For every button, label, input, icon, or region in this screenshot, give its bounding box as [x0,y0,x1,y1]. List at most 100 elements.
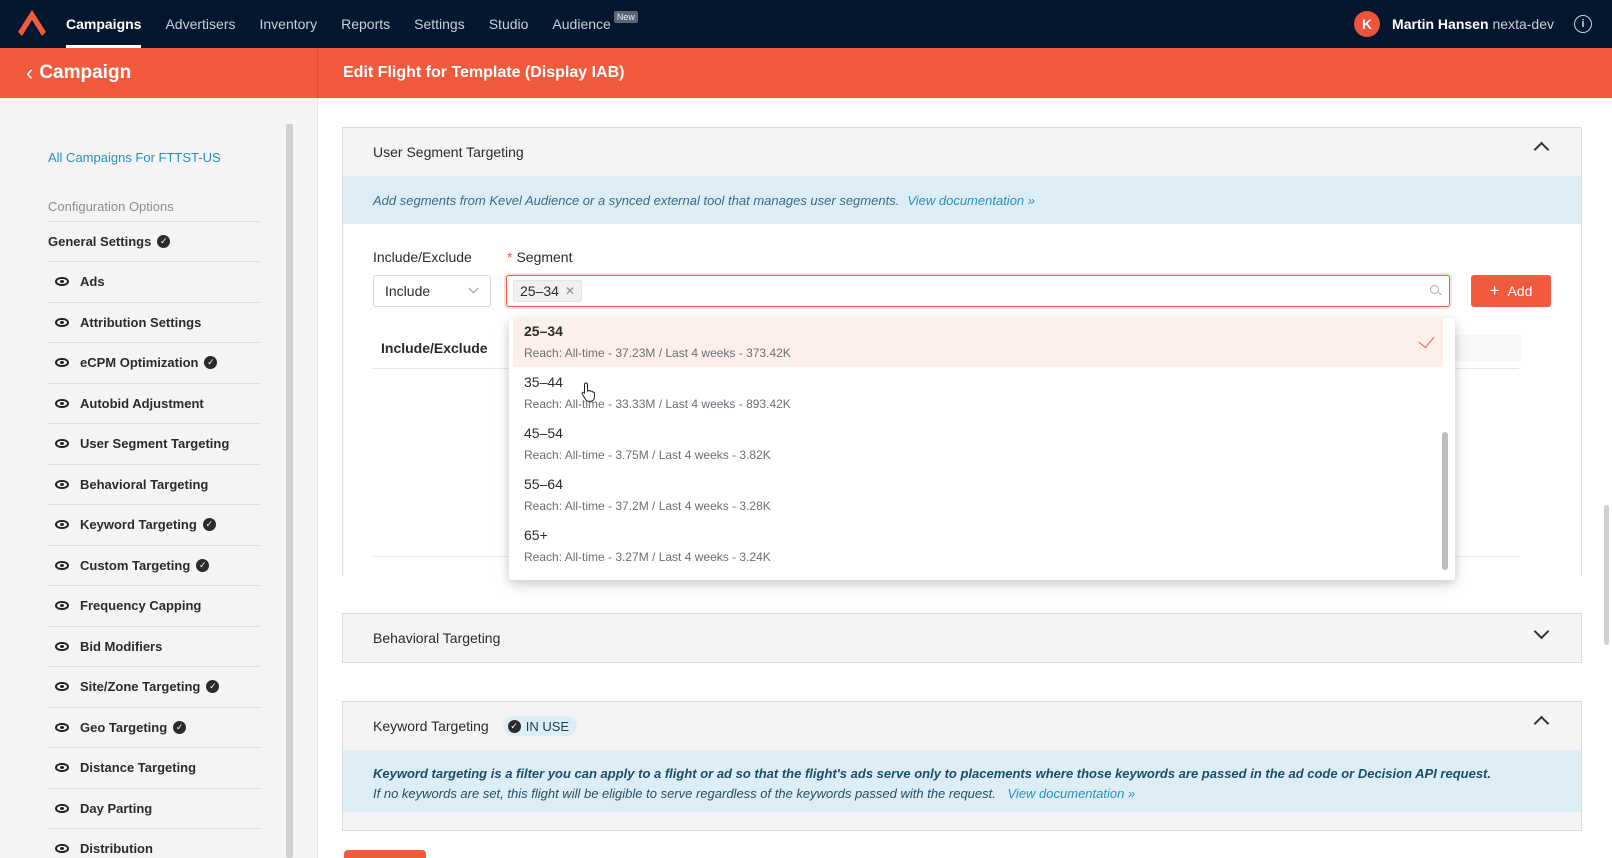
sidebar-item-label: eCPM Optimization [80,355,199,370]
chevron-down-icon[interactable] [1533,623,1550,640]
sidebar-item-site-zone-targeting[interactable]: Site/Zone Targeting ✓ [48,666,260,706]
chevron-up-icon[interactable] [1533,715,1550,732]
view-documentation-link[interactable]: View documentation » [907,193,1035,208]
save-button[interactable] [344,850,426,858]
eye-icon[interactable] [55,803,69,813]
nav-inventory[interactable]: Inventory [260,0,318,48]
eye-icon[interactable] [55,439,69,448]
sidebar-item-label: Frequency Capping [80,598,202,613]
option-title: 45–54 [524,425,563,441]
sidebar-item-day-parting[interactable]: Day Parting [48,787,260,828]
eye-icon[interactable] [55,520,69,529]
behavioral-targeting-header[interactable]: Behavioral Targeting [343,614,1581,662]
page-header: ‹ Campaign Edit Flight for Template (Dis… [0,48,1612,98]
eye-icon[interactable] [55,601,69,610]
panel-title: User Segment Targeting [373,144,524,160]
sidebar-item-geo-targeting[interactable]: Geo Targeting ✓ [48,706,260,747]
top-navigation: Campaigns Advertisers Inventory Reports … [0,0,1612,48]
add-segment-button[interactable]: + Add [1471,275,1551,307]
eye-icon[interactable] [55,398,69,408]
avatar[interactable]: K [1354,11,1381,37]
eye-icon[interactable] [55,277,69,286]
segment-option[interactable]: 45–54 Reach: All-time - 3.75M / Last 4 w… [513,420,1443,469]
badge-label: IN USE [525,718,570,734]
eye-icon[interactable] [55,641,69,651]
keyword-targeting-panel: Keyword Targeting ✓ IN USE Keyword targe… [342,701,1582,831]
chevron-up-icon[interactable] [1533,141,1550,158]
eye-icon[interactable] [55,844,69,853]
hand-cursor-icon [581,382,595,402]
eye-icon[interactable] [55,358,69,367]
nav-reports[interactable]: Reports [341,0,390,48]
nav-studio[interactable]: Studio [489,0,529,48]
segment-option[interactable]: 55–64 Reach: All-time - 37.2M / Last 4 w… [513,471,1443,520]
selected-segment-tag: 25–34 ✕ [513,280,582,302]
include-exclude-label: Include/Exclude [373,249,472,265]
sidebar-item-distribution[interactable]: Distribution [48,828,260,858]
keyword-targeting-header[interactable]: Keyword Targeting ✓ IN USE [343,702,1581,750]
eye-icon[interactable] [55,317,69,327]
sidebar-item-bid-modifiers[interactable]: Bid Modifiers [48,625,260,666]
sidebar-item-label: Autobid Adjustment [80,395,204,411]
nav-advertisers[interactable]: Advertisers [165,0,235,48]
nav-settings[interactable]: Settings [414,0,465,48]
sidebar-item-behavioral-targeting[interactable]: Behavioral Targeting [48,463,260,504]
close-icon[interactable]: ✕ [565,284,575,298]
sidebar-item-keyword-targeting[interactable]: Keyword Targeting ✓ [48,504,260,544]
user-menu[interactable]: K Martin Hansen nexta-dev i [1354,0,1592,48]
view-documentation-link[interactable]: View documentation » [1008,786,1136,801]
back-to-campaign-link[interactable]: ‹ Campaign [26,48,131,98]
eye-icon[interactable] [55,682,69,691]
sidebar-item-label: Attribution Settings [80,314,202,330]
kevel-logo-icon[interactable] [18,10,46,36]
dropdown-scrollbar[interactable] [1442,432,1448,570]
search-icon [1430,285,1439,294]
check-circle-icon: ✓ [206,680,220,693]
segment-option[interactable]: 25–34 Reach: All-time - 37.23M / Last 4 … [513,318,1443,367]
sidebar-item-distance-targeting[interactable]: Distance Targeting [48,747,260,787]
include-exclude-select[interactable]: Include [373,275,491,307]
checkmark-icon [1418,331,1435,349]
sidebar-item-autobid-adjustment[interactable]: Autobid Adjustment [48,382,260,423]
back-label: Campaign [39,62,132,83]
sidebar-item-label: Site/Zone Targeting [80,679,201,694]
check-circle-icon: ✓ [157,235,171,248]
sidebar-item-label: Bid Modifiers [80,638,163,654]
all-campaigns-link[interactable]: All Campaigns For FTTST-US [48,150,221,165]
nav-campaigns[interactable]: Campaigns [66,0,142,48]
option-reach: Reach: All-time - 33.33M / Last 4 weeks … [524,397,791,411]
sidebar-item-label: Behavioral Targeting [80,476,209,492]
sidebar-item-ecpm-optimization[interactable]: eCPM Optimization ✓ [48,342,260,382]
info-icon[interactable]: i [1574,15,1592,33]
segment-dropdown: 25–34 Reach: All-time - 37.23M / Last 4 … [509,318,1455,580]
eye-icon[interactable] [55,560,69,570]
sidebar-item-user-segment-targeting[interactable]: User Segment Targeting [48,423,260,463]
sidebar-item-ads[interactable]: Ads [48,261,260,301]
keyword-info: Keyword targeting is a filter you can ap… [343,750,1581,812]
check-circle-icon: ✓ [507,719,521,733]
eye-icon[interactable] [55,479,69,489]
sidebar-item-label: Day Parting [80,800,153,816]
sidebar-item-attribution-settings[interactable]: Attribution Settings [48,301,260,342]
sidebar-item-custom-targeting[interactable]: Custom Targeting ✓ [48,544,260,585]
sidebar-item-general-settings[interactable]: General Settings ✓ [48,221,260,261]
page-scrollbar[interactable] [1604,505,1609,645]
user-segment-targeting-header[interactable]: User Segment Targeting [343,128,1581,176]
eye-icon[interactable] [55,763,69,772]
sidebar-scrollbar[interactable] [286,124,293,858]
segment-select-input[interactable]: 25–34 ✕ [506,275,1450,307]
sidebar-item-frequency-capping[interactable]: Frequency Capping [48,585,260,625]
segment-option[interactable]: 65+ Reach: All-time - 3.27M / Last 4 wee… [513,522,1443,571]
segment-option[interactable]: 35–44 Reach: All-time - 33.33M / Last 4 … [513,369,1443,418]
sidebar-item-label: Distance Targeting [80,760,197,775]
column-shade [1453,335,1521,361]
plus-icon: + [1489,281,1500,300]
user-org: nexta-dev [1492,16,1554,32]
nav-audience[interactable]: Audience New [552,0,638,48]
in-use-badge: ✓ IN USE [502,716,578,736]
option-title: 65+ [524,527,548,543]
keyword-info-bold: Keyword targeting is a filter you can ap… [373,766,1491,781]
panel-title: Behavioral Targeting [373,630,501,646]
eye-icon[interactable] [55,722,69,732]
sidebar-item-label: Keyword Targeting [80,517,197,532]
